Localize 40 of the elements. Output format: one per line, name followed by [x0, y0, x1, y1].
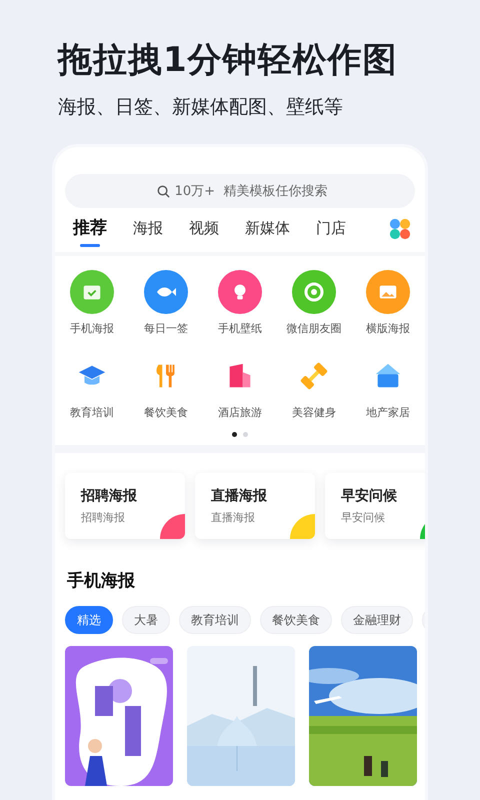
category-label: 地产家居	[366, 405, 410, 420]
category-label: 手机海报	[70, 321, 114, 336]
grid-icon[interactable]	[389, 218, 411, 240]
tab[interactable]: 推荐	[73, 216, 107, 248]
category-label: 每日一签	[144, 321, 188, 336]
template-card[interactable]: 直播海报 直播海报	[195, 473, 315, 539]
filter-chip[interactable]: 餐饮美食	[260, 606, 332, 634]
filter-chip[interactable]: 金融理财	[341, 606, 413, 634]
category-icon[interactable]	[292, 270, 336, 314]
tab[interactable]: 视频	[189, 216, 219, 248]
category-icon[interactable]	[366, 270, 410, 314]
card-subtitle: 直播海报	[211, 511, 256, 525]
category-label: 微信朋友圈	[286, 321, 342, 336]
filter-chip[interactable]: 精选	[65, 606, 113, 634]
template-card[interactable]: 招聘海报 招聘海报	[65, 473, 185, 539]
tab[interactable]: 门店	[316, 216, 346, 248]
card-title: 直播海报	[211, 487, 268, 505]
card-title: 招聘海报	[81, 487, 138, 505]
category-label: 酒店旅游	[218, 405, 262, 420]
card-subtitle: 早安问候	[341, 511, 386, 525]
filter-chip[interactable]: 大暑	[122, 606, 170, 634]
category-label: 美容健身	[292, 405, 336, 420]
category-label: 手机壁纸	[218, 321, 262, 336]
card-title: 早安问候	[341, 487, 398, 505]
tab[interactable]: 新媒体	[245, 216, 290, 248]
card-subtitle: 招聘海报	[81, 511, 126, 525]
section-title: 手机海报	[67, 570, 136, 592]
headline: 拖拉拽1分钟轻松作图	[58, 39, 399, 82]
category-label: 餐饮美食	[144, 405, 188, 420]
category-label: 横版海报	[366, 321, 410, 336]
search-icon	[157, 185, 170, 198]
category-icon[interactable]	[218, 270, 262, 314]
filter-chip[interactable]: 教育培训	[179, 606, 251, 634]
category-icon[interactable]	[144, 270, 188, 314]
search-field[interactable]: 10万+ 精美模板任你搜索	[65, 174, 415, 208]
subtitle: 海报、日签、新媒体配图、壁纸等	[58, 95, 344, 120]
tab[interactable]: 海报	[133, 216, 163, 248]
category-icon[interactable]	[70, 270, 114, 314]
template-card[interactable]: 早安问候 早安问候	[325, 473, 425, 539]
category-label: 教育培训	[70, 405, 114, 420]
